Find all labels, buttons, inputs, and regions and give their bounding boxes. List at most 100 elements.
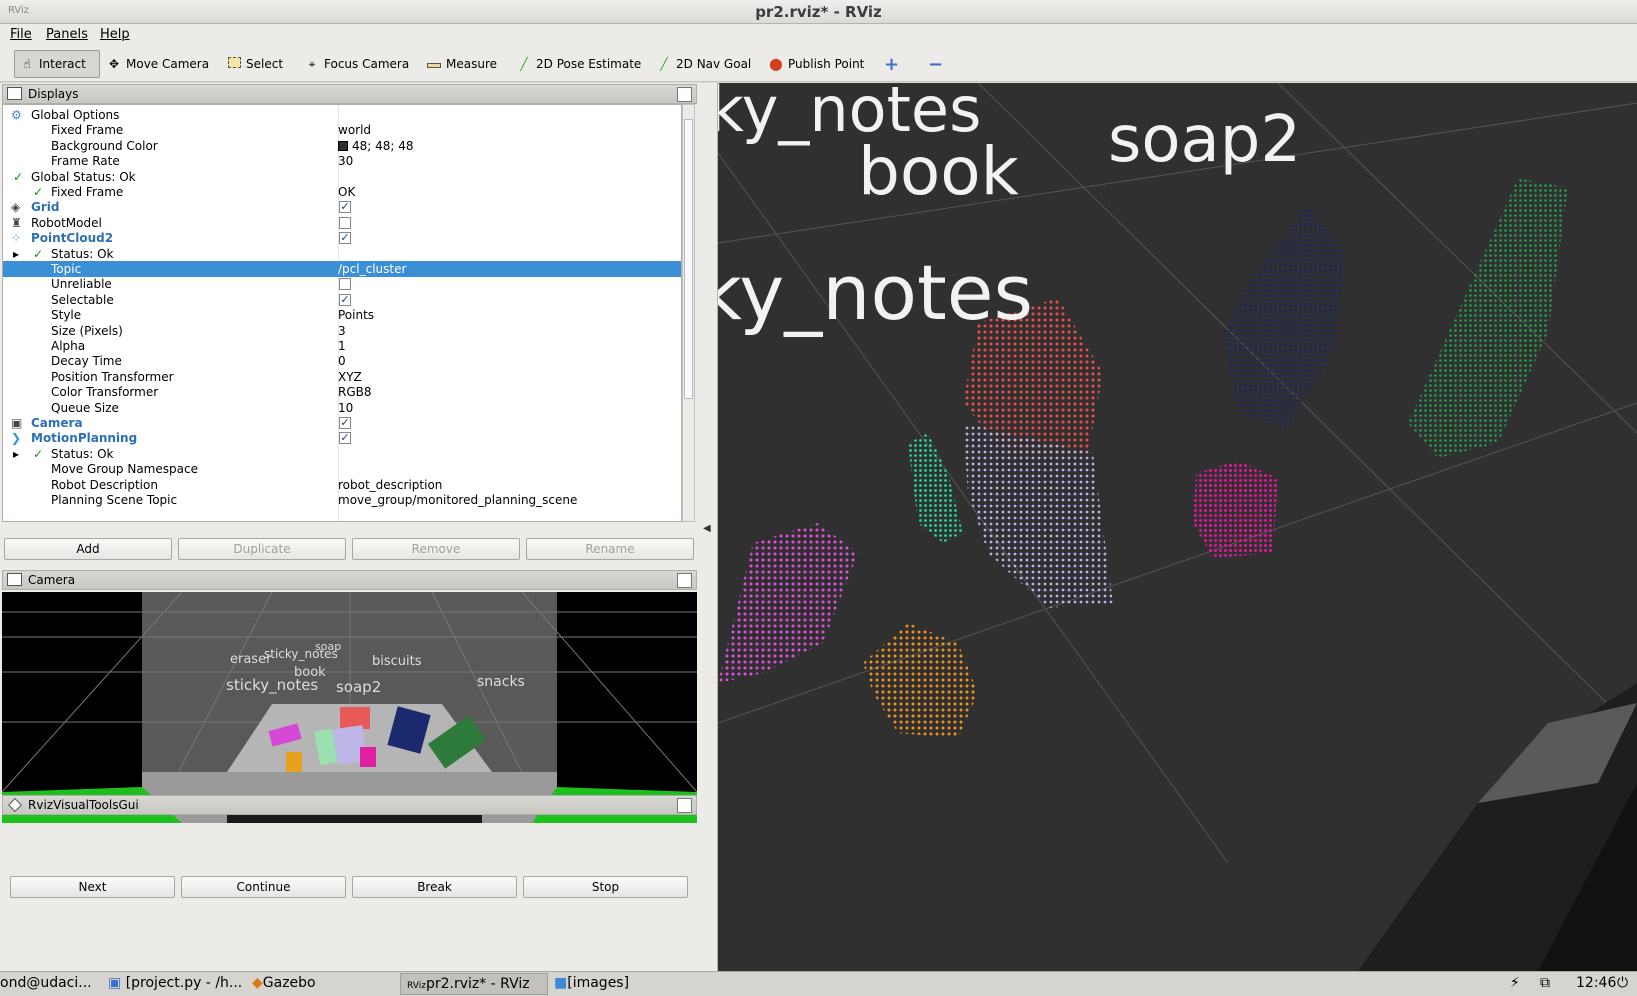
enable-checkbox[interactable]: ✓ <box>339 293 351 306</box>
lock-icon[interactable]: ⏻ <box>1617 975 1628 991</box>
tree-row[interactable]: ▣ Camera ✓ <box>3 415 681 431</box>
menu-panels[interactable]: Panels <box>46 27 88 42</box>
tree-row[interactable]: Position Transformer XYZ <box>3 369 681 385</box>
tree-row[interactable]: Size (Pixels) 3 <box>3 323 681 339</box>
status-ok-icon: ✓ <box>33 246 44 261</box>
tree-value[interactable]: 10 <box>338 400 353 416</box>
menu-help[interactable]: Help <box>100 27 130 42</box>
tree-value[interactable]: RGB8 <box>338 384 372 400</box>
tree-key: Status: Ok <box>51 446 114 461</box>
tree-row[interactable]: Fixed Frame world <box>3 122 681 138</box>
remove-button[interactable]: Remove <box>352 538 520 560</box>
enable-checkbox[interactable] <box>339 216 351 229</box>
measure-tool[interactable]: Measure <box>422 50 501 78</box>
taskbar-editor[interactable]: ▣ [project.py - /h... <box>108 975 242 991</box>
tree-row[interactable]: Robot Description robot_description <box>3 477 681 493</box>
stop-button[interactable]: Stop <box>523 876 688 898</box>
tree-row[interactable]: ❯ MotionPlanning ✓ <box>3 430 681 446</box>
tree-value[interactable]: robot_description <box>338 477 442 493</box>
gear-icon: ⚙ <box>11 108 22 122</box>
move-arrows-icon: ✥ <box>108 57 120 71</box>
power-icon[interactable]: ⚡ <box>1510 975 1520 991</box>
python-file-icon: ▣ <box>108 975 122 991</box>
tree-row[interactable]: Style Points <box>3 307 681 323</box>
tree-row[interactable]: Move Group Namespace <box>3 461 681 477</box>
break-button[interactable]: Break <box>352 876 517 898</box>
tree-row[interactable]: ✓ Global Status: Ok <box>3 169 681 185</box>
tree-value[interactable]: XYZ <box>338 369 362 385</box>
tree-value[interactable]: 3 <box>338 323 346 339</box>
enable-checkbox[interactable]: ✓ <box>339 417 351 429</box>
add-tool-icon[interactable]: + <box>880 50 903 78</box>
tree-value[interactable]: OK <box>338 184 355 200</box>
select-tool[interactable]: Select <box>222 50 287 78</box>
tree-row[interactable]: Topic/pcl_cluster <box>3 261 681 277</box>
render-viewport[interactable]: ky_notes book soap2 ky_notes <box>718 83 1637 971</box>
expand-arrow-icon[interactable]: ▸ <box>13 446 19 462</box>
focus-camera-tool[interactable]: ⌖ Focus Camera <box>300 50 413 78</box>
tree-row[interactable]: Color Transformer RGB8 <box>3 384 681 400</box>
taskbar-terminal[interactable]: ond@udaci... <box>0 975 92 991</box>
panel-float-button[interactable] <box>677 573 692 588</box>
tree-value[interactable]: 30 <box>338 153 353 169</box>
enable-checkbox[interactable] <box>339 278 351 291</box>
tree-row[interactable]: ⚙ Global Options <box>3 107 681 123</box>
next-button[interactable]: Next <box>10 876 175 898</box>
tree-row[interactable]: Queue Size 10 <box>3 400 681 416</box>
network-icon[interactable]: ⧉ <box>1540 975 1550 991</box>
tree-row[interactable]: ▸ ✓ Status: Ok <box>3 246 681 262</box>
enable-checkbox[interactable]: ✓ <box>339 232 351 245</box>
tree-value[interactable]: world <box>338 122 371 138</box>
tree-row[interactable]: ✓ Fixed Frame OK <box>3 184 681 200</box>
tree-row[interactable]: Unreliable <box>3 276 681 292</box>
taskbar-images[interactable]: ■[images] <box>554 975 629 991</box>
tree-row[interactable]: Alpha 1 <box>3 338 681 354</box>
tree-row[interactable]: ◈ Grid ✓ <box>3 199 681 215</box>
continue-button[interactable]: Continue <box>181 876 346 898</box>
rename-button[interactable]: Rename <box>526 538 694 560</box>
tree-row[interactable]: Selectable ✓ <box>3 292 681 308</box>
duplicate-button[interactable]: Duplicate <box>178 538 346 560</box>
menu-file[interactable]: File <box>10 27 32 42</box>
tree-row[interactable]: Planning Scene Topic move_group/monitored… <box>3 492 681 508</box>
enable-checkbox[interactable]: ✓ <box>339 201 351 214</box>
interact-tool[interactable]: ☝ Interact <box>14 50 100 78</box>
pose-estimate-tool[interactable]: ╱ 2D Pose Estimate <box>512 50 645 78</box>
green-arrow-icon: ╱ <box>660 57 668 71</box>
tree-row[interactable]: ⁘ PointCloud2 ✓ <box>3 230 681 246</box>
remove-tool-icon[interactable]: − <box>924 50 947 78</box>
displays-tree[interactable]: ⚙ Global Options Fixed Frame world Backgroun… <box>2 104 682 522</box>
collapse-dock-icon[interactable]: ◀ <box>703 523 711 534</box>
tree-value[interactable]: 1 <box>338 338 346 354</box>
tree-row[interactable]: Frame Rate 30 <box>3 153 681 169</box>
clock: 12:46 <box>1576 975 1617 991</box>
camera-panel-title: Camera <box>28 573 76 587</box>
expand-arrow-icon[interactable]: ▸ <box>13 246 19 262</box>
tool-toolbar: ☝ Interact ✥ Move Camera Select ⌖ Focus Cam… <box>0 46 1637 82</box>
enable-checkbox[interactable]: ✓ <box>339 432 351 445</box>
tree-value[interactable]: move_group/monitored_planning_scene <box>338 492 577 508</box>
tree-value[interactable]: Points <box>338 307 374 323</box>
publish-point-tool[interactable]: ⬤ Publish Point <box>764 50 868 78</box>
nav-goal-tool[interactable]: ╱ 2D Nav Goal <box>652 50 755 78</box>
tree-value[interactable]: 0 <box>338 353 346 369</box>
displays-title: Displays <box>28 87 79 101</box>
taskbar-rviz[interactable]: RVizpr2.rviz* - RViz <box>400 973 548 995</box>
tree-row[interactable]: ▸ ✓ Status: Ok <box>3 446 681 462</box>
tree-row[interactable]: ♜ RobotModel <box>3 215 681 231</box>
tree-value[interactable]: /pcl_cluster <box>338 261 406 277</box>
camera-view[interactable]: eraser sticky_notes soap biscuits sticky_not… <box>2 592 697 823</box>
move-camera-tool[interactable]: ✥ Move Camera <box>102 50 213 78</box>
panel-float-button[interactable] <box>677 87 692 102</box>
panel-float-button[interactable] <box>677 798 692 813</box>
add-button[interactable]: Add <box>4 538 172 560</box>
displays-scrollbar[interactable] <box>682 104 695 522</box>
tree-row[interactable]: Background Color 48; 48; 48 <box>3 138 681 154</box>
tree-row[interactable]: Decay Time 0 <box>3 353 681 369</box>
diamond-icon <box>7 797 23 813</box>
gazebo-icon: ◆ <box>252 975 263 991</box>
tree-value[interactable]: 48; 48; 48 <box>338 138 414 154</box>
taskbar-images-label: [images] <box>567 975 630 991</box>
scrollbar-thumb[interactable] <box>684 119 693 399</box>
taskbar-gazebo[interactable]: ◆Gazebo <box>252 975 316 991</box>
